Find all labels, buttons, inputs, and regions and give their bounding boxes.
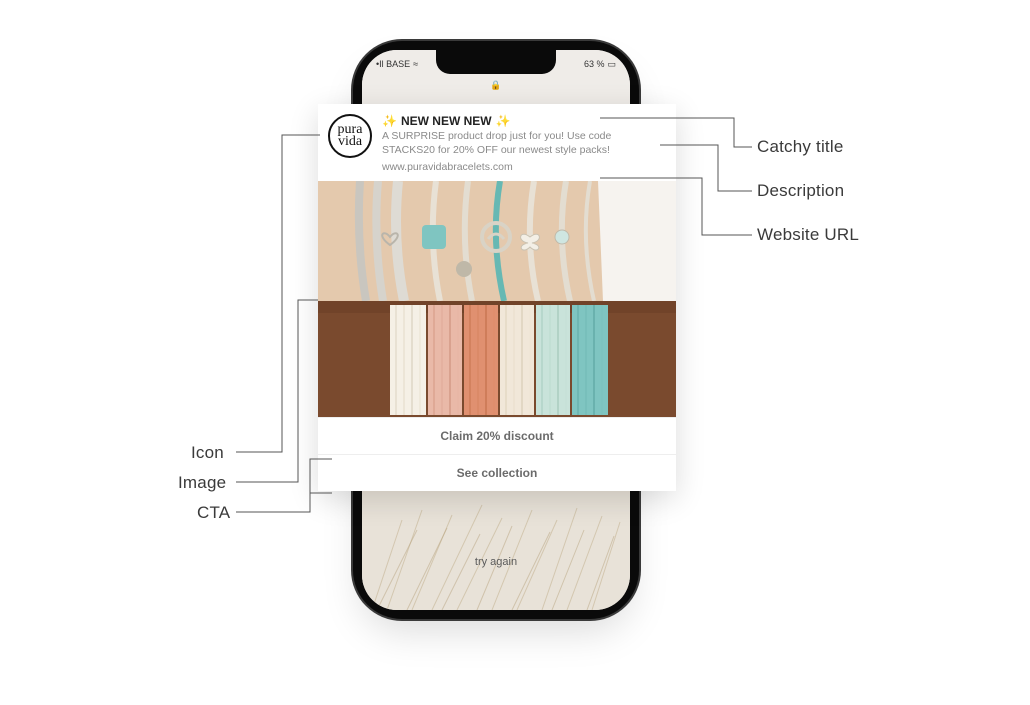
battery-text: 63 % xyxy=(584,59,605,69)
stack-white xyxy=(390,305,426,415)
signal-carrier: •Il BASE xyxy=(376,59,410,69)
cta-secondary-button[interactable]: See collection xyxy=(318,454,676,491)
sparkle-icon: ✨ xyxy=(382,114,397,128)
phone-notch xyxy=(436,50,556,74)
push-notification-card: pura vida ✨ NEW NEW NEW ✨ A SURPRISE pro… xyxy=(318,104,676,491)
stack-coral xyxy=(464,305,498,415)
phone-try-again-text: try again xyxy=(362,556,630,568)
notification-image xyxy=(318,181,676,417)
wifi-icon: ≈ xyxy=(413,59,418,69)
stack-mint xyxy=(536,305,570,415)
notification-description: A SURPRISE product drop just for you! Us… xyxy=(382,130,664,157)
notification-title: ✨ NEW NEW NEW ✨ xyxy=(382,114,664,128)
header-text: ✨ NEW NEW NEW ✨ A SURPRISE product drop … xyxy=(382,114,664,173)
callout-label-description: Description xyxy=(757,181,844,201)
card-header: pura vida ✨ NEW NEW NEW ✨ A SURPRISE pro… xyxy=(318,104,676,181)
title-text: NEW NEW NEW xyxy=(401,114,492,128)
stack-pink xyxy=(428,305,462,415)
cta-primary-button[interactable]: Claim 20% discount xyxy=(318,417,676,454)
callout-label-cta: CTA xyxy=(197,503,230,523)
brand-line2: vida xyxy=(338,136,362,148)
stack-cream xyxy=(500,305,534,415)
notification-url: www.puravidabracelets.com xyxy=(382,161,664,173)
lock-icon: 🔒 xyxy=(490,80,501,91)
callout-label-url: Website URL xyxy=(757,225,859,245)
battery-icon: ▭ xyxy=(607,59,616,70)
callout-label-icon: Icon xyxy=(191,443,224,463)
sparkle-icon: ✨ xyxy=(496,114,511,128)
brand-icon: pura vida xyxy=(328,114,372,158)
callout-label-image: Image xyxy=(178,473,226,493)
callout-label-title: Catchy title xyxy=(757,137,844,157)
stack-turquoise xyxy=(572,305,608,415)
